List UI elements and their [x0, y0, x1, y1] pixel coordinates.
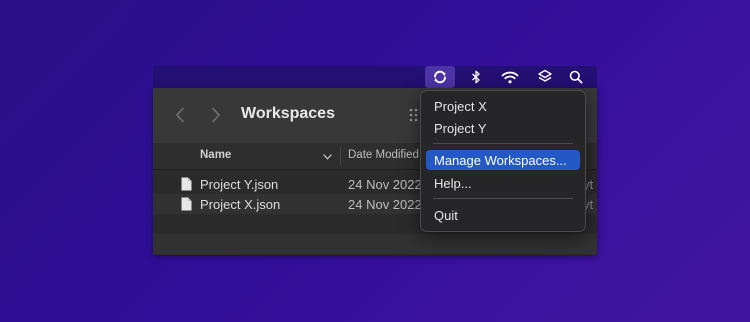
menu-item-label: Quit — [434, 208, 458, 223]
window-title: Workspaces — [241, 105, 335, 122]
back-button[interactable] — [169, 104, 191, 126]
document-icon — [181, 197, 192, 214]
menu-item-label: Help... — [434, 176, 472, 191]
menu-item-quit[interactable]: Quit — [426, 205, 580, 225]
menu-item-project-x[interactable]: Project X — [426, 96, 580, 116]
forward-button[interactable] — [205, 104, 227, 126]
sort-chevron-icon[interactable] — [323, 151, 332, 163]
bluetooth-icon[interactable] — [461, 66, 491, 88]
view-options-icon[interactable] — [409, 108, 419, 127]
file-name: Project X.json — [200, 197, 281, 212]
workspaces-menu: Project X Project Y Manage Workspaces...… — [420, 90, 586, 232]
menu-item-label: Project Y — [434, 121, 487, 136]
menu-separator — [433, 143, 573, 144]
column-header-date[interactable]: Date Modified — [348, 149, 419, 161]
column-divider[interactable] — [340, 147, 341, 165]
document-icon — [181, 177, 192, 194]
layers-icon[interactable] — [530, 66, 560, 88]
menu-item-label: Manage Workspaces... — [434, 153, 567, 168]
column-header-name[interactable]: Name — [200, 149, 231, 161]
menu-item-help[interactable]: Help... — [426, 173, 580, 193]
menu-item-label: Project X — [434, 99, 487, 114]
menu-separator — [433, 198, 573, 199]
search-icon[interactable] — [561, 66, 591, 88]
wifi-icon[interactable] — [495, 66, 525, 88]
menu-item-project-y[interactable]: Project Y — [426, 118, 580, 138]
sync-icon[interactable] — [425, 66, 455, 88]
empty-row — [153, 234, 597, 254]
file-name: Project Y.json — [200, 177, 279, 192]
file-date: 24 Nov 2022 — [348, 177, 422, 192]
menu-item-manage-workspaces[interactable]: Manage Workspaces... — [426, 150, 580, 170]
file-date: 24 Nov 2022 — [348, 197, 422, 212]
menu-bar — [153, 66, 597, 88]
